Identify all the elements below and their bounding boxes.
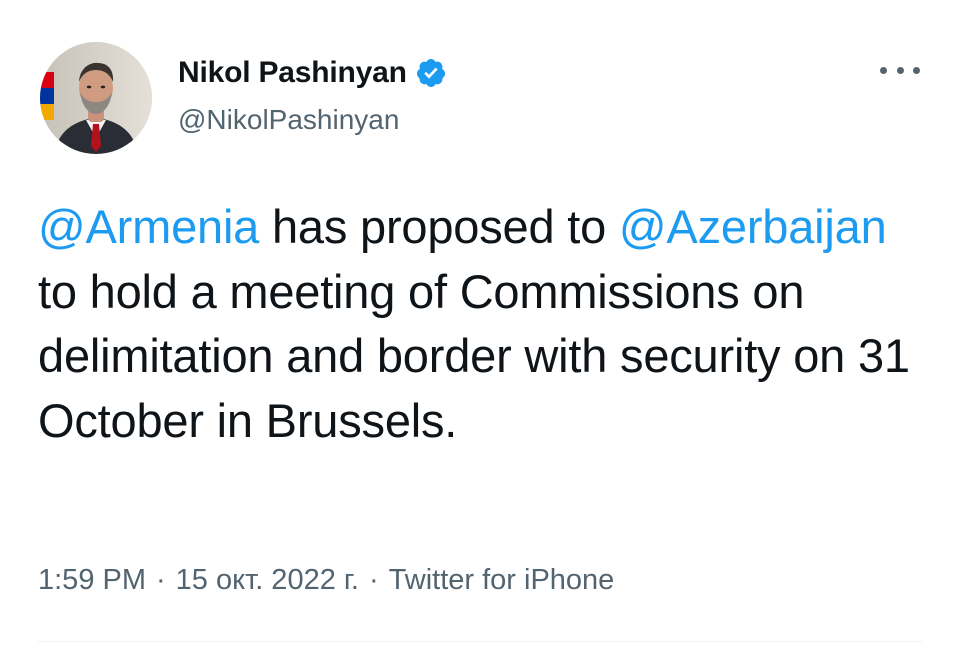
- tweet-date[interactable]: 15 окт. 2022 г.: [176, 562, 359, 598]
- more-dot: [896, 66, 904, 74]
- verified-badge-icon: [415, 57, 447, 89]
- more-dots-icon[interactable]: [880, 60, 920, 80]
- author-name[interactable]: Nikol Pashinyan: [178, 56, 407, 90]
- author-handle[interactable]: @NikolPashinyan: [178, 104, 399, 136]
- tweet-time[interactable]: 1:59 PM: [38, 562, 146, 598]
- more-dot: [913, 66, 920, 74]
- tweet-text-segment: has proposed to: [259, 200, 619, 253]
- meta-separator: ·: [368, 564, 379, 596]
- author-name-row[interactable]: Nikol Pashinyan: [178, 56, 447, 90]
- more-dot: [880, 66, 887, 74]
- tweet-source[interactable]: Twitter for iPhone: [389, 562, 615, 598]
- divider: [38, 641, 922, 642]
- mention-armenia[interactable]: @Armenia: [38, 200, 259, 253]
- meta-separator: ·: [156, 564, 166, 596]
- tweet-text-segment: to hold a meeting of Commissions on deli…: [38, 264, 910, 447]
- avatar-image: [40, 42, 152, 154]
- tweet-card: Nikol Pashinyan @NikolPashinyan @Armenia…: [0, 0, 960, 660]
- mention-azerbaijan[interactable]: @Azerbaijan: [619, 200, 887, 253]
- tweet-meta: 1:59 PM · 15 окт. 2022 г. · Twitter for …: [38, 562, 614, 598]
- avatar[interactable]: [40, 42, 152, 154]
- tweet-text: @Armenia has proposed to @Azerbaijan to …: [38, 195, 928, 453]
